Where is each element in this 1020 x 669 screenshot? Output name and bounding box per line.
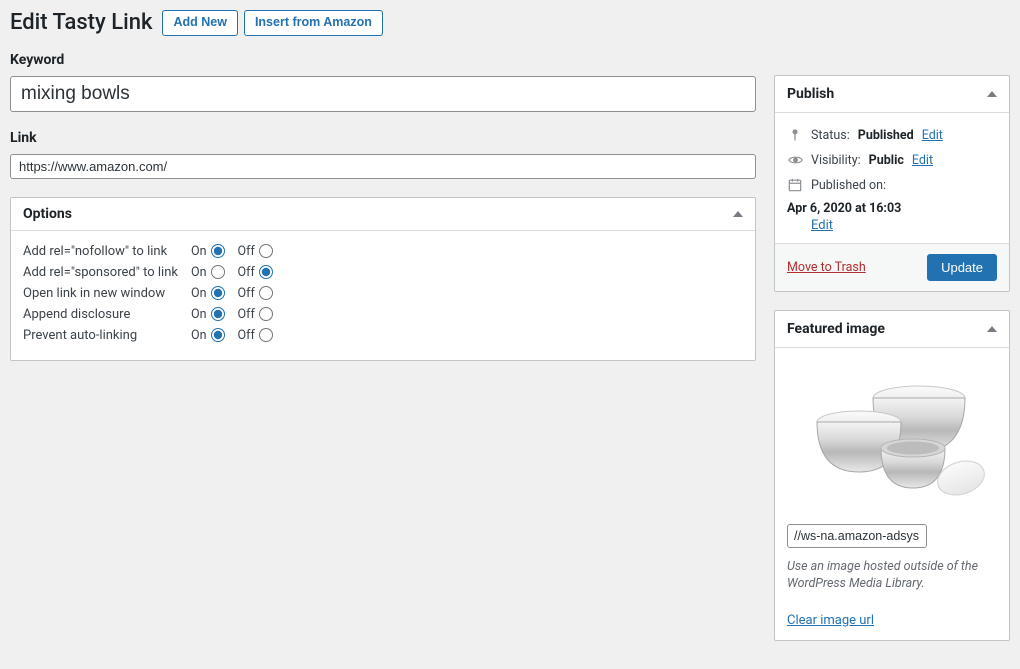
option-on-radio[interactable] <box>211 265 225 279</box>
options-panel: Options Add rel="nofollow" to linkOnOffA… <box>10 197 756 361</box>
option-off-label: Off <box>238 265 255 280</box>
option-off-radio[interactable] <box>259 286 273 300</box>
option-on-label: On <box>191 286 207 301</box>
option-on-radio[interactable] <box>211 328 225 342</box>
move-to-trash-link[interactable]: Move to Trash <box>787 260 866 275</box>
option-label: Append disclosure <box>23 307 191 322</box>
option-row: Prevent auto-linkingOn Off <box>23 325 743 346</box>
calendar-icon <box>787 178 803 192</box>
featured-image-panel: Featured image <box>774 310 1010 641</box>
link-label: Link <box>10 130 756 146</box>
option-on-label: On <box>191 307 207 322</box>
option-off-radio[interactable] <box>259 244 273 258</box>
option-off-label: Off <box>238 244 255 259</box>
option-row: Append disclosureOn Off <box>23 304 743 325</box>
featured-image-url-input[interactable] <box>787 524 927 548</box>
edit-date-link[interactable]: Edit <box>811 218 833 233</box>
status-label: Status: <box>811 128 850 143</box>
option-row: Add rel="nofollow" to linkOn Off <box>23 241 743 262</box>
options-panel-title: Options <box>23 206 72 222</box>
option-off-radio[interactable] <box>259 328 273 342</box>
option-row: Open link in new windowOn Off <box>23 283 743 304</box>
collapse-toggle-icon[interactable] <box>987 91 997 97</box>
update-button[interactable]: Update <box>927 254 997 281</box>
publish-panel-title: Publish <box>787 86 834 102</box>
page-title: Edit Tasty Link <box>10 10 152 35</box>
option-label: Prevent auto-linking <box>23 328 191 343</box>
option-on-radio[interactable] <box>211 244 225 258</box>
option-on-label: On <box>191 265 207 280</box>
option-off-radio[interactable] <box>259 307 273 321</box>
featured-image-panel-title: Featured image <box>787 321 885 337</box>
option-on-radio[interactable] <box>211 286 225 300</box>
featured-image-thumbnail[interactable] <box>787 360 997 510</box>
keyword-label: Keyword <box>10 52 756 68</box>
status-value: Published <box>858 128 914 143</box>
option-off-label: Off <box>238 328 255 343</box>
featured-image-help-text: Use an image hosted outside of the WordP… <box>787 558 997 593</box>
clear-image-url-link[interactable]: Clear image url <box>787 613 874 628</box>
edit-visibility-link[interactable]: Edit <box>912 153 933 168</box>
keyword-input[interactable] <box>10 76 756 112</box>
eye-icon <box>787 154 803 166</box>
publish-panel: Publish Status: Published Edit <box>774 75 1010 292</box>
option-label: Add rel="nofollow" to link <box>23 244 191 259</box>
option-on-label: On <box>191 328 207 343</box>
option-row: Add rel="sponsored" to linkOn Off <box>23 262 743 283</box>
option-off-label: Off <box>238 286 255 301</box>
published-on-value: Apr 6, 2020 at 16:03 <box>787 201 901 216</box>
option-off-label: Off <box>238 307 255 322</box>
visibility-label: Visibility: <box>811 153 861 168</box>
insert-from-amazon-button[interactable]: Insert from Amazon <box>244 10 383 36</box>
option-label: Open link in new window <box>23 286 191 301</box>
add-new-button[interactable]: Add New <box>162 10 237 36</box>
option-off-radio[interactable] <box>259 265 273 279</box>
published-on-label: Published on: <box>811 178 886 193</box>
visibility-value: Public <box>869 153 904 168</box>
pin-icon <box>787 128 803 142</box>
collapse-toggle-icon[interactable] <box>987 326 997 332</box>
option-on-radio[interactable] <box>211 307 225 321</box>
edit-status-link[interactable]: Edit <box>922 128 943 143</box>
option-on-label: On <box>191 244 207 259</box>
link-input[interactable] <box>10 154 756 179</box>
option-label: Add rel="sponsored" to link <box>23 265 191 280</box>
collapse-toggle-icon[interactable] <box>733 211 743 217</box>
